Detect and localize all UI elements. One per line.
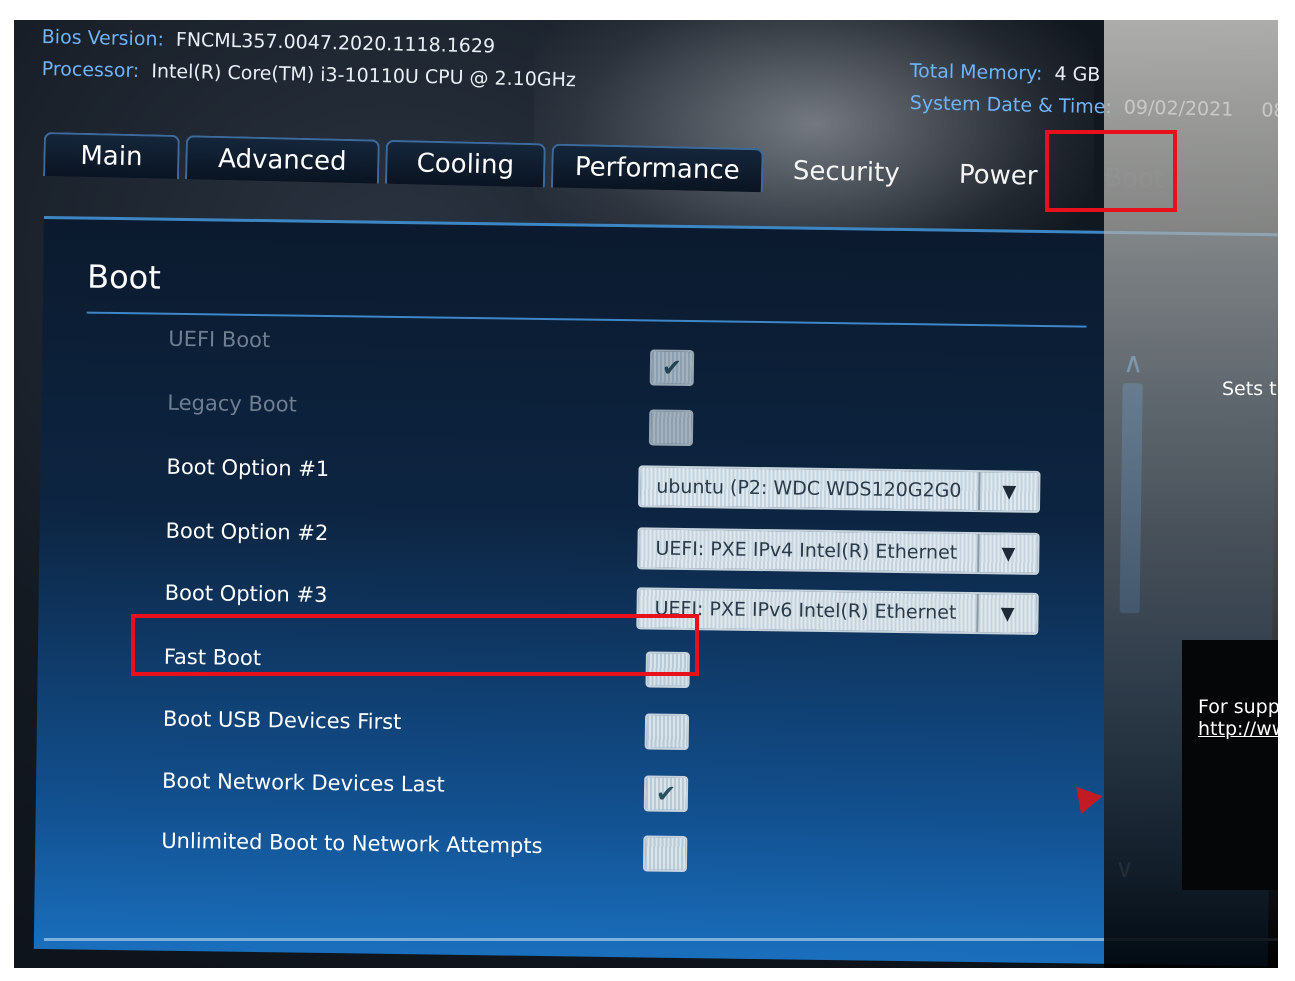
boot-usb-first-checkbox[interactable] bbox=[644, 713, 690, 751]
date-value: 09/02/2021 bbox=[1123, 96, 1234, 121]
help-text: Sets t bbox=[1222, 378, 1277, 400]
memory-value: 4 GB bbox=[1054, 63, 1101, 86]
check-icon: ✔ bbox=[661, 353, 683, 382]
scroll-down-icon[interactable]: ∨ bbox=[1115, 854, 1134, 884]
datetime-label: System Date & Time: bbox=[909, 92, 1113, 119]
boot-network-last-label: Boot Network Devices Last bbox=[161, 768, 445, 797]
bios-version-value: FNCML357.0047.2020.1118.1629 bbox=[175, 28, 496, 58]
boot-option-1-dropdown[interactable]: ubuntu (P2: WDC WDS120G2G0 ▼ bbox=[637, 465, 1041, 513]
boot-option-2-dropdown[interactable]: UEFI: PXE IPv4 Intel(R) Ethernet ▼ bbox=[637, 527, 1040, 575]
total-memory: Total Memory: 4 GB bbox=[910, 60, 1101, 86]
help-panel-background bbox=[1182, 640, 1278, 890]
tab-advanced[interactable]: Advanced bbox=[184, 135, 380, 184]
tab-security[interactable]: Security bbox=[771, 149, 922, 196]
tab-main[interactable]: Main bbox=[43, 132, 180, 180]
bios-version: Bios Version: FNCML357.0047.2020.1118.162… bbox=[42, 26, 496, 57]
processor-label: Processor: bbox=[41, 58, 140, 83]
check-icon: ✔ bbox=[655, 779, 677, 808]
scrollbar[interactable]: ∧ bbox=[1117, 346, 1144, 826]
processor-info: Processor: Intel(R) Core(TM) i3-10110U CP… bbox=[42, 58, 577, 91]
highlight-boot-tab bbox=[1045, 130, 1177, 212]
support-text: For suppo bbox=[1198, 696, 1278, 718]
chevron-down-icon[interactable]: ▼ bbox=[977, 472, 1039, 511]
scrollbar-thumb[interactable] bbox=[1119, 383, 1143, 614]
unlimited-boot-network-checkbox[interactable] bbox=[642, 835, 688, 873]
highlight-fast-boot bbox=[131, 614, 699, 676]
boot-option-3-label: Boot Option #3 bbox=[164, 580, 328, 607]
tab-cooling[interactable]: Cooling bbox=[384, 139, 546, 188]
legacy-boot-checkbox bbox=[648, 409, 694, 447]
boot-usb-first-label: Boot USB Devices First bbox=[162, 706, 402, 735]
panel-title: Boot bbox=[86, 257, 162, 297]
boot-option-2-label: Boot Option #2 bbox=[165, 518, 329, 545]
system-date-time: System Date & Time: 09/02/2021 08:46: bbox=[910, 92, 1278, 123]
boot-network-last-checkbox[interactable]: ✔ bbox=[643, 775, 689, 813]
uefi-boot-checkbox: ✔ bbox=[649, 349, 695, 387]
title-divider bbox=[86, 311, 1087, 328]
bios-version-label: Bios Version: bbox=[41, 26, 165, 51]
tab-performance[interactable]: Performance bbox=[550, 143, 764, 193]
chevron-down-icon[interactable]: ▼ bbox=[977, 534, 1038, 573]
support-link[interactable]: http://ww bbox=[1198, 718, 1278, 740]
uefi-boot-label: UEFI Boot bbox=[168, 326, 271, 353]
boot-option-1-value: ubuntu (P2: WDC WDS120G2G0 bbox=[656, 475, 962, 502]
time-value: 08:46: bbox=[1261, 99, 1278, 123]
legacy-boot-label: Legacy Boot bbox=[167, 390, 297, 417]
processor-value: Intel(R) Core(TM) i3-10110U CPU @ 2.10GH… bbox=[151, 60, 577, 92]
boot-option-2-value: UEFI: PXE IPv4 Intel(R) Ethernet bbox=[655, 537, 958, 564]
boot-panel: Boot UEFI Boot ✔ Legacy Boot Boot Option… bbox=[33, 216, 1278, 967]
panel-bottom-border bbox=[44, 938, 1278, 941]
scroll-up-icon[interactable]: ∧ bbox=[1123, 346, 1144, 379]
memory-label: Total Memory: bbox=[909, 60, 1043, 85]
unlimited-boot-network-label: Unlimited Boot to Network Attempts bbox=[161, 828, 543, 859]
chevron-down-icon[interactable]: ▼ bbox=[976, 594, 1037, 633]
boot-option-1-label: Boot Option #1 bbox=[166, 454, 330, 482]
